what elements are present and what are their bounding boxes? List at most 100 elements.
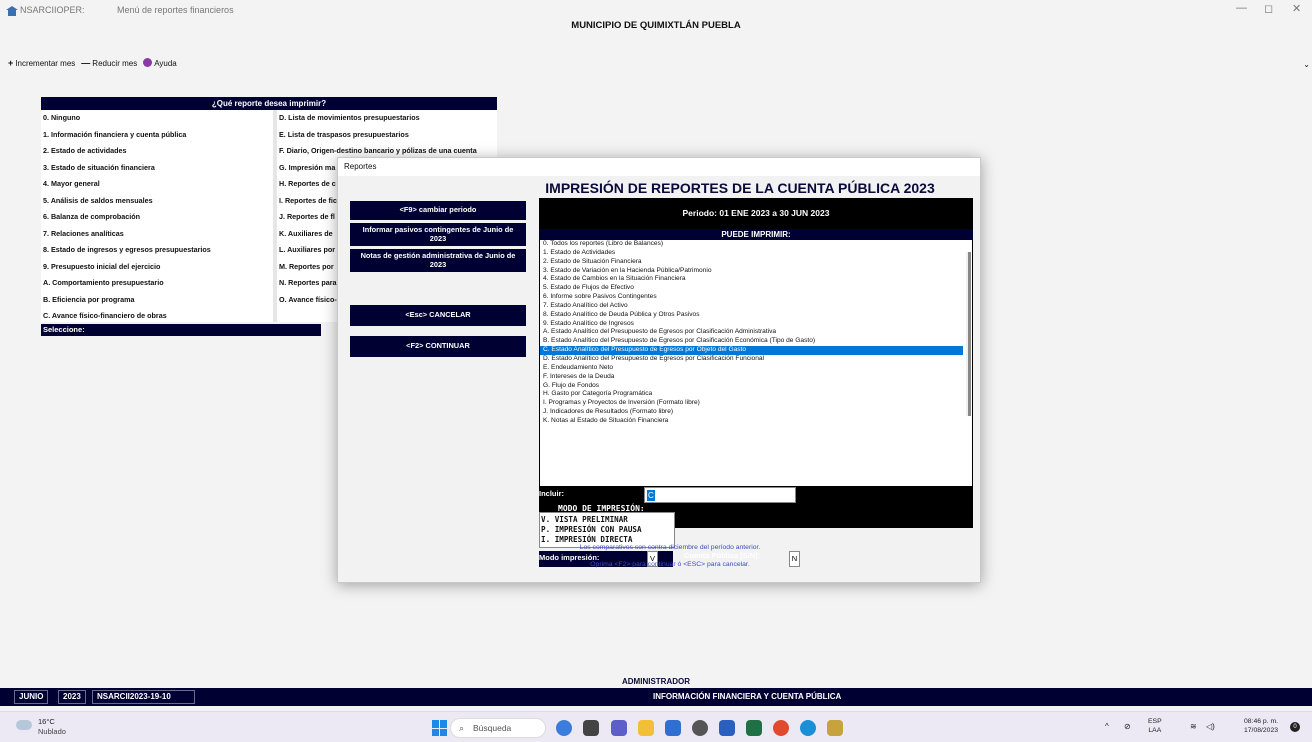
notification-badge[interactable]: 0 (1290, 722, 1300, 732)
report-list-item[interactable]: B. Estado Analítico del Presupuesto de E… (540, 337, 963, 346)
menu-item[interactable]: E. Lista de traspasos presupuestarios (277, 127, 497, 144)
scroll-thumb[interactable] (968, 252, 971, 416)
chevron-down-icon: ⌄ (1303, 60, 1310, 69)
clock[interactable]: 08:46 p. m. 17/08/2023 (1244, 717, 1278, 735)
report-list-item[interactable]: J. Indicadores de Resultados (Formato li… (540, 408, 963, 417)
search-icon: ⌕ (459, 723, 465, 733)
menu-left-column: 0. Ninguno 1. Información financiera y c… (41, 110, 273, 322)
lang-secondary: LAA (1148, 727, 1162, 734)
bing-icon[interactable] (556, 720, 572, 736)
menu-item[interactable]: B. Eficiencia por programa (41, 292, 273, 309)
wifi-icon[interactable]: ≋ (1190, 722, 1197, 731)
menu-item[interactable]: 4. Mayor general (41, 176, 273, 193)
status-section: INFORMACIÓN FINANCIERA Y CUENTA PÚBLICA (653, 692, 842, 701)
municipio-title: MUNICIPIO DE QUIMIXTLÁN PUEBLA (571, 20, 741, 31)
report-list-item[interactable]: E. Endeudamiento Neto (540, 364, 963, 373)
menu-item[interactable]: 2. Estado de actividades (41, 143, 273, 160)
menu-item[interactable]: 3. Estado de situación financiera (41, 160, 273, 177)
increment-month-button[interactable]: + Incrementar mes (8, 58, 75, 68)
dell-icon[interactable] (692, 720, 708, 736)
print-mode-options: V. VISTA PRELIMINAR P. IMPRESIÓN CON PAU… (539, 512, 675, 548)
search-placeholder: Búsqueda (473, 723, 512, 733)
menu-item[interactable]: 5. Análisis de saldos mensuales (41, 193, 273, 210)
close-button[interactable]: ✕ (1292, 2, 1301, 15)
change-period-button[interactable]: <F9> cambiar periodo (350, 201, 526, 220)
report-list-item[interactable]: D. Estado Analítico del Presupuesto de E… (540, 355, 963, 364)
toolbar: + Incrementar mes — Reducir mes Ayuda (8, 57, 177, 69)
menu-item[interactable]: 7. Relaciones analíticas (41, 226, 273, 243)
status-month: JUNIO (14, 690, 49, 704)
report-list-item[interactable]: 7. Estado Analítico del Activo (540, 302, 963, 311)
taskbar-search[interactable]: ⌕ Búsqueda (450, 718, 546, 738)
time: 08:46 p. m. (1244, 718, 1279, 725)
teams-icon[interactable] (611, 720, 627, 736)
title-bar: NSARCIIOPER: Menú de reportes financiero… (0, 0, 1312, 40)
menu-item[interactable]: C. Avance físico-financiero de obras (41, 308, 273, 325)
menu-item[interactable]: 1. Información financiera y cuenta públi… (41, 127, 273, 144)
report-list-item[interactable]: 6. Informe sobre Pasivos Contingentes (540, 293, 963, 302)
report-list-item[interactable]: G. Flujo de Fondos (540, 382, 963, 391)
pasivos-contingentes-button[interactable]: Informar pasivos contingentes de Junio d… (350, 223, 526, 246)
windows-start-icon[interactable] (432, 720, 448, 736)
report-list-item[interactable]: 9. Estado Analítico de Ingresos (540, 320, 963, 329)
chrome-icon[interactable] (773, 720, 789, 736)
reportes-dialog: Reportes IMPRESIÓN DE REPORTES DE LA CUE… (337, 157, 981, 583)
menu-header: ¿Qué reporte desea imprimir? (41, 97, 497, 110)
minus-icon: — (81, 58, 91, 68)
report-list-item[interactable]: H. Gasto por Categoría Programática (540, 390, 963, 399)
window-title: Menú de reportes financieros (117, 5, 234, 15)
report-list-item[interactable]: 0. Todos los reportes (Libro de Balances… (540, 240, 963, 249)
period-label: Periodo: 01 ENE 2023 a 30 JUN 2023 (682, 208, 830, 218)
menu-item[interactable]: 9. Presupuesto inicial del ejercicio (41, 259, 273, 276)
file-explorer-icon[interactable] (638, 720, 654, 736)
cancel-button[interactable]: <Esc> CANCELAR (350, 305, 526, 326)
report-list[interactable]: 0. Todos los reportes (Libro de Balances… (540, 240, 972, 486)
minimize-button[interactable]: — (1236, 2, 1247, 14)
continue-button[interactable]: <F2> CONTINUAR (350, 336, 526, 357)
lang-primary: ESP (1148, 718, 1162, 725)
report-list-item[interactable]: 3. Estado de Variación en la Hacienda Pú… (540, 267, 963, 276)
report-list-item[interactable]: 1. Estado de Actividades (540, 249, 963, 258)
menu-item[interactable]: D. Lista de movimientos presupuestarios (277, 110, 497, 127)
dialog-heading: IMPRESIÓN DE REPORTES DE LA CUENTA PÚBLI… (545, 180, 935, 196)
edge-icon[interactable] (800, 720, 816, 736)
decrement-month-button[interactable]: — Reducir mes (81, 58, 137, 68)
volume-icon[interactable]: ◁) (1206, 722, 1215, 731)
incluir-input[interactable]: C (644, 487, 796, 503)
nsarc-app-icon[interactable] (827, 720, 843, 736)
report-list-item[interactable]: 2. Estado de Situación Financiera (540, 258, 963, 267)
chevron-up-icon[interactable]: ^ (1105, 722, 1109, 731)
print-mode-option[interactable]: P. IMPRESIÓN CON PAUSA (541, 525, 673, 535)
language-indicator[interactable]: ESP LAA (1148, 717, 1162, 735)
menu-item[interactable]: 6. Balanza de comprobación (41, 209, 273, 226)
report-list-item[interactable]: F. Intereses de la Deuda (540, 373, 963, 382)
report-list-item[interactable]: 8. Estado Analítico de Deuda Pública y O… (540, 311, 963, 320)
print-mode-option[interactable]: V. VISTA PRELIMINAR (541, 515, 673, 525)
incluir-label: Incluir: (539, 489, 565, 498)
temperature[interactable]: 16°C (38, 717, 55, 726)
menu-item[interactable]: 0. Ninguno (41, 110, 273, 127)
user-label: ADMINISTRADOR (622, 677, 690, 686)
menu-item[interactable]: A. Comportamiento presupuestario (41, 275, 273, 292)
report-list-item[interactable]: A. Estado Analítico del Presupuesto de E… (540, 328, 963, 337)
store-icon[interactable] (665, 720, 681, 736)
report-list-item[interactable]: C. Estado Analítico del Presupuesto de E… (540, 346, 963, 355)
date: 17/08/2023 (1244, 727, 1279, 734)
notas-gestion-button[interactable]: Notas de gestión administrativa de Junio… (350, 249, 526, 272)
task-view-icon[interactable] (583, 720, 599, 736)
word-icon[interactable] (719, 720, 735, 736)
report-list-item[interactable]: 4. Estado de Cambios en la Situación Fin… (540, 275, 963, 284)
menu-item[interactable]: 8. Estado de ingresos y egresos presupue… (41, 242, 273, 259)
network-icon[interactable]: ⊘ (1124, 722, 1131, 731)
maximize-button[interactable]: ◻ (1264, 2, 1273, 15)
status-database: NSARCII2023-19-10 (92, 690, 195, 704)
instructions-note: Oprima <F2> para continuar ó <ESC> para … (590, 561, 750, 568)
report-list-item[interactable]: I. Programas y Proyectos de Inversión (F… (540, 399, 963, 408)
report-list-item[interactable]: 5. Estado de Flujos de Efectivo (540, 284, 963, 293)
report-list-item[interactable]: K. Notas al Estado de Situación Financie… (540, 417, 963, 426)
puede-imprimir-header: PUEDE IMPRIMIR: (539, 229, 973, 240)
help-button[interactable]: Ayuda (143, 58, 177, 68)
taskbar: 16°C Nublado ⌕ Búsqueda ^ ⊘ ESP LAA ≋ ◁) 0… (0, 711, 1312, 742)
excel-icon[interactable] (746, 720, 762, 736)
weather-status[interactable]: Nublado (38, 727, 66, 736)
